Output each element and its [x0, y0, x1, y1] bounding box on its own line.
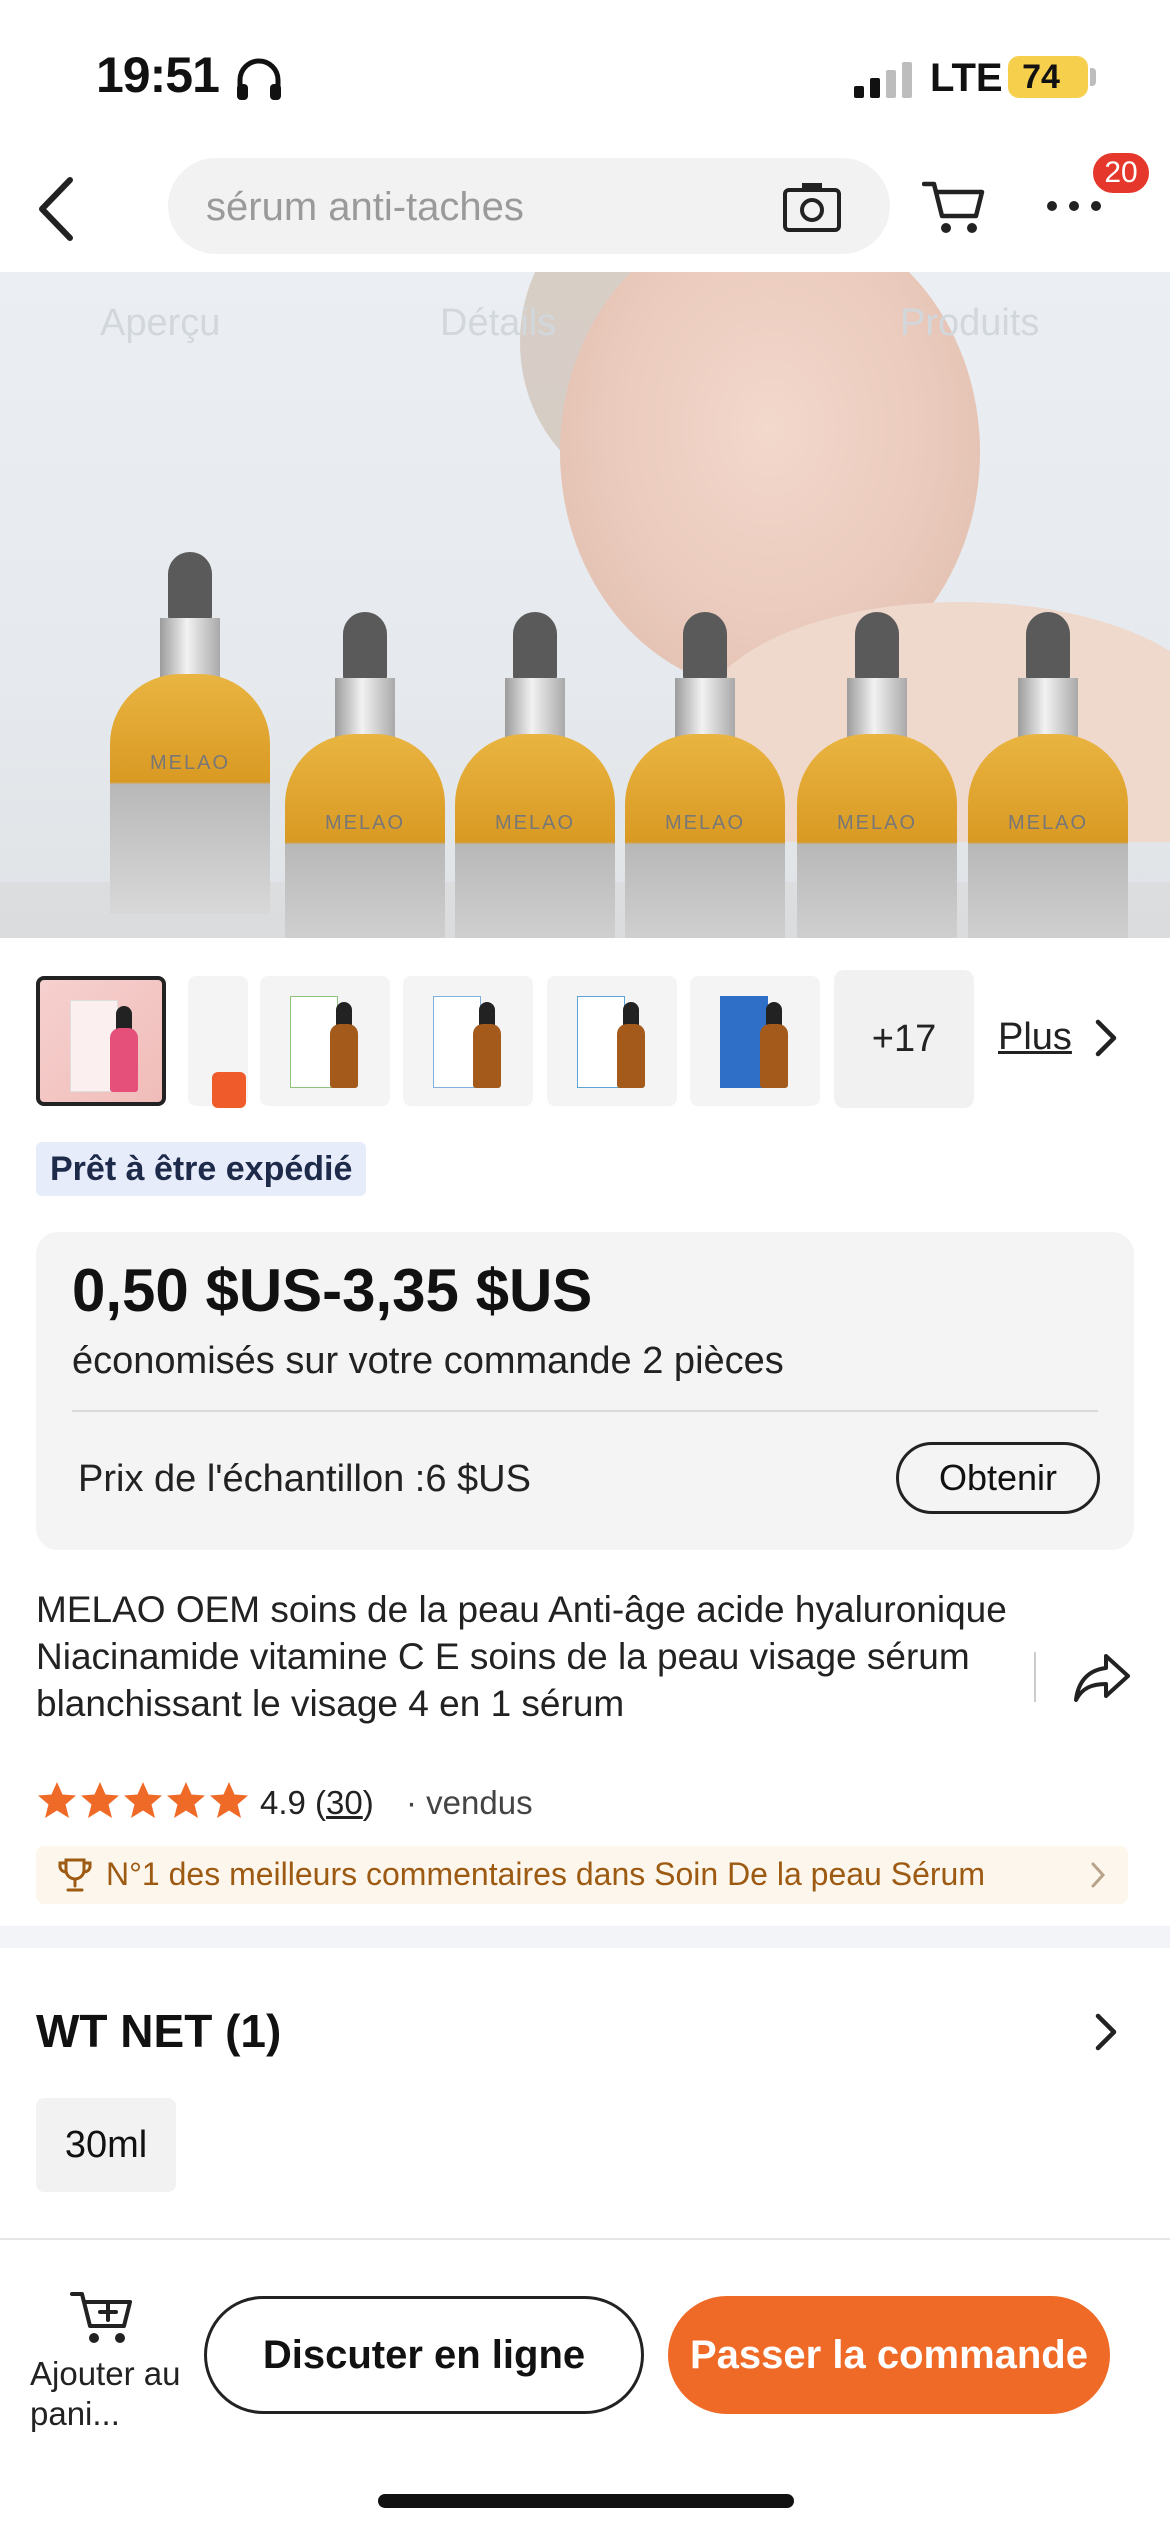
status-bar: 19:51 LTE 74 — [0, 0, 1170, 150]
product-hero-image[interactable]: Aperçu Détails Produits MELAO MELAO MELA… — [0, 272, 1170, 938]
bottle-brand: MELAO — [149, 752, 231, 774]
sold-count-text: · vendus — [406, 1784, 533, 1821]
spec-title[interactable]: WT NET (1) — [36, 2004, 281, 2058]
chevron-right-icon[interactable] — [1090, 2012, 1120, 2052]
signal-icon — [854, 62, 912, 98]
camera-search-icon[interactable] — [782, 180, 842, 234]
home-indicator[interactable] — [378, 2494, 794, 2508]
cart-icon[interactable] — [922, 178, 986, 236]
sample-price-label: Prix de l'échantillon :6 $US — [78, 1458, 531, 1500]
bottle-brand: MELAO — [664, 812, 746, 834]
battery-level: 74 — [1022, 58, 1060, 96]
battery-cap — [1090, 68, 1096, 86]
serum-bottle: MELAO — [285, 612, 445, 938]
serum-bottle: MELAO — [625, 612, 785, 938]
gallery-thumb[interactable] — [547, 976, 677, 1106]
status-time: 19:51 — [96, 47, 220, 103]
ranking-text: N°1 des meilleurs commentaires dans Soin… — [106, 1856, 985, 1892]
search-placeholder: sérum anti-taches — [206, 185, 524, 229]
place-order-button[interactable]: Passer la commande — [668, 2296, 1110, 2414]
ghost-tab-products: Produits — [900, 302, 1040, 344]
savings-note: économisés sur votre commande 2 pièces — [72, 1340, 784, 1382]
review-count-link[interactable]: 30 — [326, 1784, 363, 1821]
price-range: 0,50 $US-3,35 $US — [72, 1257, 593, 1324]
gallery-thumb[interactable] — [36, 976, 166, 1106]
top-navbar: sérum anti-taches 20 — [0, 150, 1170, 272]
product-title: MELAO OEM soins de la peau Anti-âge acid… — [36, 1589, 1007, 1724]
trophy-icon — [58, 1858, 92, 1892]
serum-bottle: MELAO — [797, 612, 957, 938]
add-to-cart-button[interactable]: Ajouter au pani... — [30, 2288, 186, 2448]
ghost-tab-overview: Aperçu — [100, 302, 221, 344]
bottle-brand: MELAO — [836, 812, 918, 834]
bottle-brand: MELAO — [494, 812, 576, 834]
gallery-more-link[interactable]: Plus — [998, 1016, 1072, 1059]
obtain-sample-button[interactable]: Obtenir — [896, 1442, 1100, 1514]
divider — [1034, 1652, 1036, 1702]
ready-to-ship-badge: Prêt à être expédié — [36, 1142, 367, 1196]
gallery-thumb[interactable] — [403, 976, 533, 1106]
rating-value: 4.9 — [260, 1784, 306, 1821]
bottom-action-bar: Ajouter au pani... Discuter en ligne Pas… — [0, 2238, 1170, 2532]
serum-bottle: MELAO — [455, 612, 615, 938]
spec-option-chip[interactable]: 30ml — [36, 2098, 176, 2192]
chevron-right-icon[interactable] — [1090, 1018, 1120, 1058]
star-rating-icon — [38, 1782, 248, 1818]
hot-flame-icon — [212, 1072, 246, 1108]
serum-bottle: MELAO — [110, 552, 270, 914]
bottle-brand: MELAO — [324, 812, 406, 834]
serum-bottle: MELAO — [968, 612, 1128, 938]
chat-online-button[interactable]: Discuter en ligne — [204, 2296, 644, 2414]
headphones-icon — [237, 58, 281, 100]
share-icon[interactable] — [1072, 1650, 1132, 1704]
ranking-banner[interactable]: N°1 des meilleurs commentaires dans Soin… — [36, 1846, 1128, 1904]
bottle-brand: MELAO — [1007, 812, 1089, 834]
add-to-cart-label: Ajouter au pani... — [30, 2355, 181, 2432]
network-label: LTE — [930, 56, 1003, 100]
rating-value-wrap: 4.9 (30) — [260, 1784, 374, 1821]
gallery-more-count[interactable]: +17 — [834, 970, 974, 1108]
image-gallery-strip: +17 Plus — [0, 968, 1170, 1108]
back-chevron-icon[interactable] — [30, 174, 80, 244]
gallery-thumb[interactable] — [260, 976, 390, 1106]
divider — [72, 1410, 1098, 1412]
price-card: 0,50 $US-3,35 $US économisés sur votre c… — [36, 1232, 1134, 1550]
add-to-cart-icon — [70, 2292, 132, 2343]
battery-icon: 74 — [1008, 56, 1088, 98]
ghost-tab-details: Détails — [440, 302, 557, 344]
search-input[interactable]: sérum anti-taches — [168, 158, 890, 254]
more-options-icon[interactable] — [1044, 194, 1104, 218]
chevron-right-icon — [1091, 1862, 1106, 1888]
section-separator — [0, 1926, 1170, 1948]
gallery-thumb[interactable] — [690, 976, 820, 1106]
notification-badge: 20 — [1090, 150, 1152, 196]
